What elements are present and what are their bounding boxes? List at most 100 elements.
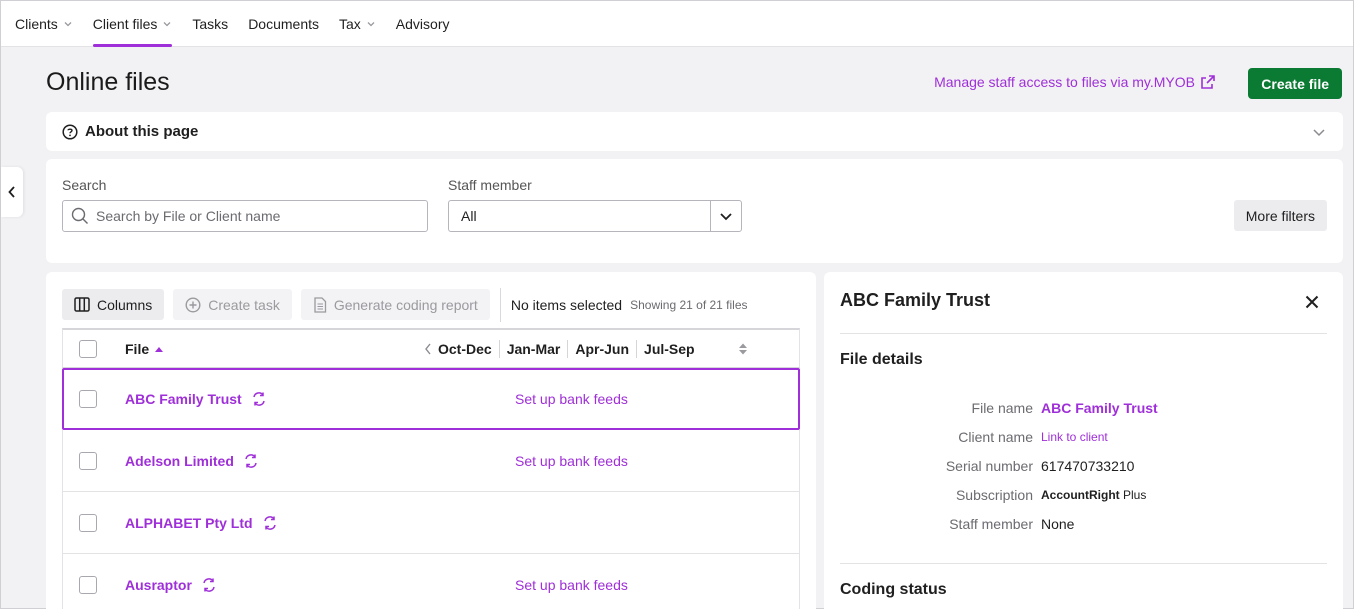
columns-label: Columns — [97, 296, 153, 313]
coding-report-label: Generate coding report — [333, 296, 478, 313]
detail-row-subscription: Subscription AccountRight Plus — [840, 487, 1327, 507]
table-row[interactable]: Ausraptor Set up bank feeds — [62, 554, 800, 609]
file-name-label: ABC Family Trust — [125, 391, 242, 407]
toolbar-divider — [499, 287, 501, 322]
search-input[interactable] — [96, 208, 416, 224]
nav-label: Advisory — [395, 15, 450, 32]
detail-row-client-name: Client name Link to client — [840, 429, 1327, 449]
row-checkbox[interactable] — [79, 451, 97, 470]
manage-staff-access-link[interactable]: Manage staff access to files via my.MYOB — [934, 74, 1216, 90]
nav-label: Clients — [15, 15, 58, 32]
chevron-left-icon — [8, 186, 15, 198]
set-up-bank-feeds-link[interactable]: Set up bank feeds — [515, 577, 628, 593]
chevron-left-icon[interactable] — [423, 342, 433, 356]
plus-circle-icon — [185, 296, 201, 313]
link-to-client-link[interactable]: Link to client — [1041, 430, 1108, 444]
filters-panel: Search Staff member All More filters — [46, 159, 1343, 263]
table-row[interactable]: ABC Family Trust Set up bank feeds — [62, 368, 800, 430]
create-task-button[interactable]: Create task — [173, 289, 292, 320]
nav-label: Client files — [92, 15, 158, 32]
chevron-down-icon — [64, 21, 72, 26]
file-name-link[interactable]: Adelson Limited — [125, 453, 259, 469]
subscription-product: AccountRight — [1041, 488, 1120, 502]
nav-item-client-files[interactable]: Client files — [92, 1, 173, 47]
quarter-header-oct-dec[interactable]: Oct-Dec — [436, 340, 499, 358]
search-icon — [71, 207, 88, 224]
nav-label: Tasks — [192, 15, 229, 32]
row-checkbox[interactable] — [79, 390, 97, 408]
sort-icon[interactable] — [738, 342, 748, 356]
generate-coding-report-button[interactable]: Generate coding report — [300, 289, 490, 320]
about-title: About this page — [85, 123, 199, 140]
select-all-checkbox[interactable] — [79, 339, 97, 358]
quarter-header-jul-sep[interactable]: Jul-Sep — [636, 339, 702, 358]
file-name-label: ALPHABET Pty Ltd — [125, 514, 253, 531]
more-filters-button[interactable]: More filters — [1233, 200, 1327, 231]
staff-member-value: All — [461, 208, 477, 224]
file-name-link[interactable]: Ausraptor — [125, 577, 217, 593]
divider — [840, 563, 1327, 564]
quarter-columns: Oct-Dec Jan-Mar Apr-Jun Jul-Sep — [423, 339, 748, 358]
sync-icon — [252, 392, 265, 406]
quarter-header-jan-mar[interactable]: Jan-Mar — [498, 339, 568, 358]
manage-link-label: Manage staff access to files via my.MYOB — [934, 74, 1195, 90]
close-icon[interactable] — [1305, 295, 1319, 309]
nav-item-tax[interactable]: Tax — [339, 1, 376, 46]
help-circle-icon — [62, 123, 78, 140]
row-checkbox[interactable] — [79, 513, 97, 532]
nav-item-clients[interactable]: Clients — [15, 1, 73, 46]
sidebar-toggle-button[interactable] — [1, 167, 23, 217]
detail-row-staff-member: Staff member None — [840, 516, 1327, 536]
set-up-bank-feeds-link[interactable]: Set up bank feeds — [515, 391, 628, 407]
detail-label: Staff member — [949, 516, 1033, 532]
selection-status: No items selected — [510, 296, 623, 313]
columns-button[interactable]: Columns — [62, 289, 165, 320]
row-checkbox[interactable] — [79, 575, 97, 594]
external-link-icon — [1201, 75, 1215, 89]
table-toolbar: Columns Create task Generate coding repo… — [62, 287, 748, 322]
file-name-link[interactable]: ABC Family Trust — [125, 391, 267, 407]
select-arrow[interactable] — [710, 201, 741, 231]
sort-ascending-icon — [155, 346, 164, 352]
sync-icon — [245, 453, 257, 468]
file-name-label: Adelson Limited — [125, 452, 234, 469]
search-field[interactable] — [62, 200, 428, 232]
file-name-label: Ausraptor — [125, 576, 192, 593]
chevron-down-icon — [1313, 129, 1325, 137]
detail-label: File name — [971, 400, 1033, 416]
subscription-value: AccountRight Plus — [1041, 488, 1146, 502]
file-name-link[interactable]: ABC Family Trust — [1041, 400, 1158, 416]
detail-label: Subscription — [955, 487, 1033, 503]
set-up-bank-feeds-link[interactable]: Set up bank feeds — [515, 453, 628, 469]
details-title: ABC Family Trust — [840, 290, 991, 310]
sync-icon — [263, 515, 276, 530]
file-column-header[interactable]: File — [125, 341, 164, 357]
staff-member-select[interactable]: All — [448, 200, 742, 232]
staff-member-value: None — [1041, 516, 1075, 532]
detail-row-serial-number: Serial number 617470733210 — [840, 458, 1327, 478]
subscription-tier: Plus — [1123, 488, 1147, 502]
nav-item-advisory[interactable]: Advisory — [396, 1, 450, 46]
file-header-label: File — [125, 340, 150, 357]
nav-item-tasks[interactable]: Tasks — [192, 1, 228, 46]
detail-label: Serial number — [945, 458, 1033, 474]
table-row[interactable]: Adelson Limited Set up bank feeds — [62, 430, 800, 492]
files-table-panel: Columns Create task Generate coding repo… — [46, 272, 816, 609]
table-header: File Oct-Dec Jan-Mar Apr-Jun Jul-Sep — [62, 328, 800, 368]
file-details-heading: File details — [840, 351, 923, 368]
columns-icon — [74, 297, 90, 312]
nav-item-documents[interactable]: Documents — [248, 1, 319, 46]
about-this-page-panel[interactable]: About this page — [46, 112, 1343, 151]
chevron-down-icon — [720, 213, 732, 221]
chevron-down-icon — [163, 21, 171, 26]
nav-label: Tax — [339, 15, 361, 32]
quarter-header-apr-jun[interactable]: Apr-Jun — [567, 339, 636, 358]
nav-label: Documents — [248, 15, 319, 32]
create-file-button[interactable]: Create file — [1248, 68, 1342, 99]
file-details-panel: ABC Family Trust File details File name … — [824, 272, 1343, 609]
file-name-link[interactable]: ALPHABET Pty Ltd — [125, 515, 278, 531]
search-label: Search — [62, 177, 107, 193]
table-row[interactable]: ALPHABET Pty Ltd — [62, 492, 800, 554]
chevron-down-icon — [367, 21, 375, 26]
showing-count: Showing 21 of 21 files — [630, 297, 748, 312]
